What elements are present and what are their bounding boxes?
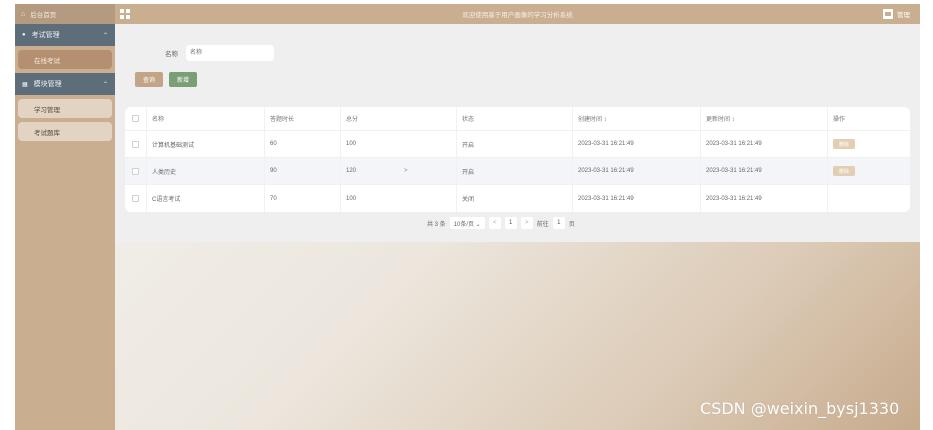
cell-name: 计算机基础测试 bbox=[147, 131, 265, 157]
sidebar-home-label: 后台首页 bbox=[30, 12, 57, 19]
username: 管理 bbox=[897, 12, 910, 19]
sidebar-item-question-bank[interactable]: 考试题库 bbox=[18, 122, 112, 141]
search-row: 名称 bbox=[165, 45, 274, 61]
exam-table: 名称 答题时长 总分 状态 创建时间 ↕ 更新时间 ↕ 操作 计算机基础测试 6… bbox=[125, 107, 910, 212]
cell-status: 开启 bbox=[457, 131, 573, 157]
prev-page-button[interactable]: < bbox=[488, 217, 501, 229]
row-checkbox[interactable] bbox=[132, 167, 139, 175]
avatar bbox=[883, 9, 893, 19]
cell-updated: 2023-03-31 16:21:49 bbox=[701, 158, 828, 184]
search-label: 名称 bbox=[165, 51, 178, 58]
column-header-sortable[interactable]: 创建时间 ↕ bbox=[573, 107, 701, 130]
column-header: 答题时长 bbox=[265, 107, 341, 130]
page-title: 欢迎使用基于用户画像的学习分析系统 bbox=[462, 12, 573, 19]
page-unit-label: 页 bbox=[568, 221, 575, 228]
cell-updated: 2023-03-31 16:21:49 bbox=[701, 185, 828, 212]
cell-created: 2023-03-31 16:21:49 bbox=[573, 131, 701, 157]
page-size-select[interactable]: 10条/页 ⌄ bbox=[449, 217, 485, 229]
sidebar: ⌂ 后台首页 ● 考试管理 ⌃ 在线考试 ▦ 模块管理 ⌃ 学习管理 考试题库 bbox=[15, 4, 115, 430]
next-page-button[interactable]: > bbox=[520, 217, 533, 229]
query-button[interactable]: 查询 bbox=[135, 72, 164, 87]
current-page[interactable]: 1 bbox=[504, 217, 517, 229]
row-checkbox[interactable] bbox=[132, 195, 139, 202]
dot-icon: ● bbox=[22, 32, 26, 38]
cell-updated: 2023-03-31 16:21:49 bbox=[701, 131, 828, 157]
table-header: 名称 答题时长 总分 状态 创建时间 ↕ 更新时间 ↕ 操作 bbox=[125, 107, 910, 131]
grid-icon: ▦ bbox=[22, 81, 28, 88]
cell-score-value: 120 bbox=[346, 168, 357, 174]
sidebar-item-label: 在线考试 bbox=[34, 57, 60, 65]
column-header-sortable[interactable]: 更新时间 ↕ bbox=[701, 107, 828, 130]
goto-page-input[interactable]: 1 bbox=[552, 217, 565, 229]
row-checkbox[interactable] bbox=[132, 140, 139, 148]
cell-duration: 90 bbox=[265, 158, 341, 184]
sidebar-group-label: 考试管理 bbox=[31, 32, 60, 39]
goto-label: 前往 bbox=[536, 221, 549, 228]
pagination: 共 3 条 10条/页 ⌄ < 1 > 前往 1 页 bbox=[427, 217, 575, 229]
column-header: 总分 bbox=[341, 107, 457, 130]
cell-duration: 60 bbox=[265, 131, 341, 157]
select-all-checkbox[interactable] bbox=[132, 115, 139, 122]
sidebar-item-label: 考试题库 bbox=[34, 129, 60, 137]
table-row[interactable]: 人类历史 90 120 > 开启 2023-03-31 16:21:49 2023… bbox=[125, 158, 910, 185]
home-icon: ⌂ bbox=[21, 10, 26, 18]
cursor-icon: > bbox=[404, 168, 408, 174]
user-menu[interactable]: 管理 bbox=[883, 9, 910, 19]
cell-created: 2023-03-31 16:21:49 bbox=[573, 185, 701, 212]
sidebar-group-label: 模块管理 bbox=[33, 81, 62, 88]
cell-score: 120 > bbox=[341, 158, 457, 184]
delete-button[interactable]: 删除 bbox=[833, 166, 856, 176]
cell-name: 人类历史 bbox=[147, 158, 265, 184]
cell-status: 开启 bbox=[457, 158, 573, 184]
delete-button[interactable]: 删除 bbox=[833, 139, 856, 149]
cell-score: 100 bbox=[341, 131, 457, 157]
sidebar-item-online-exam[interactable]: 在线考试 bbox=[18, 50, 112, 69]
chevron-up-icon: ⌃ bbox=[102, 32, 108, 39]
cell-created: 2023-03-31 16:21:49 bbox=[573, 158, 701, 184]
table-row[interactable]: C语言考试 70 100 关闭 2023-03-31 16:21:49 2023… bbox=[125, 185, 910, 212]
sidebar-home[interactable]: ⌂ 后台首页 bbox=[15, 4, 115, 24]
cell-duration: 70 bbox=[265, 185, 341, 212]
sidebar-item-study[interactable]: 学习管理 bbox=[18, 99, 112, 118]
main-area: 名称 查询 新增 名称 答题时长 总分 状态 创建时间 ↕ 更新时间 ↕ 操作 … bbox=[115, 24, 920, 430]
column-header: 状态 bbox=[457, 107, 573, 130]
sidebar-group-module[interactable]: ▦ 模块管理 ⌃ bbox=[15, 73, 115, 95]
table-row[interactable]: 计算机基础测试 60 100 开启 2023-03-31 16:21:49 20… bbox=[125, 131, 910, 158]
cell-op bbox=[828, 185, 910, 212]
chevron-up-icon: ⌃ bbox=[102, 81, 108, 88]
watermark: CSDN @weixin_bysj1330 bbox=[700, 399, 900, 418]
top-bar: 欢迎使用基于用户画像的学习分析系统 管理 bbox=[115, 4, 920, 24]
content-panel: 名称 查询 新增 名称 答题时长 总分 状态 创建时间 ↕ 更新时间 ↕ 操作 … bbox=[115, 24, 920, 242]
sidebar-item-label: 学习管理 bbox=[34, 106, 60, 114]
cell-status: 关闭 bbox=[457, 185, 573, 212]
cell-score: 100 bbox=[341, 185, 457, 212]
search-input[interactable] bbox=[186, 45, 274, 61]
cell-name: C语言考试 bbox=[147, 185, 265, 212]
column-header: 名称 bbox=[147, 107, 265, 130]
pagination-total: 共 3 条 bbox=[427, 221, 446, 228]
add-button[interactable]: 新增 bbox=[169, 72, 198, 87]
action-buttons: 查询 新增 bbox=[135, 72, 198, 87]
column-header: 操作 bbox=[833, 117, 846, 123]
sidebar-group-exam[interactable]: ● 考试管理 ⌃ bbox=[15, 24, 115, 46]
